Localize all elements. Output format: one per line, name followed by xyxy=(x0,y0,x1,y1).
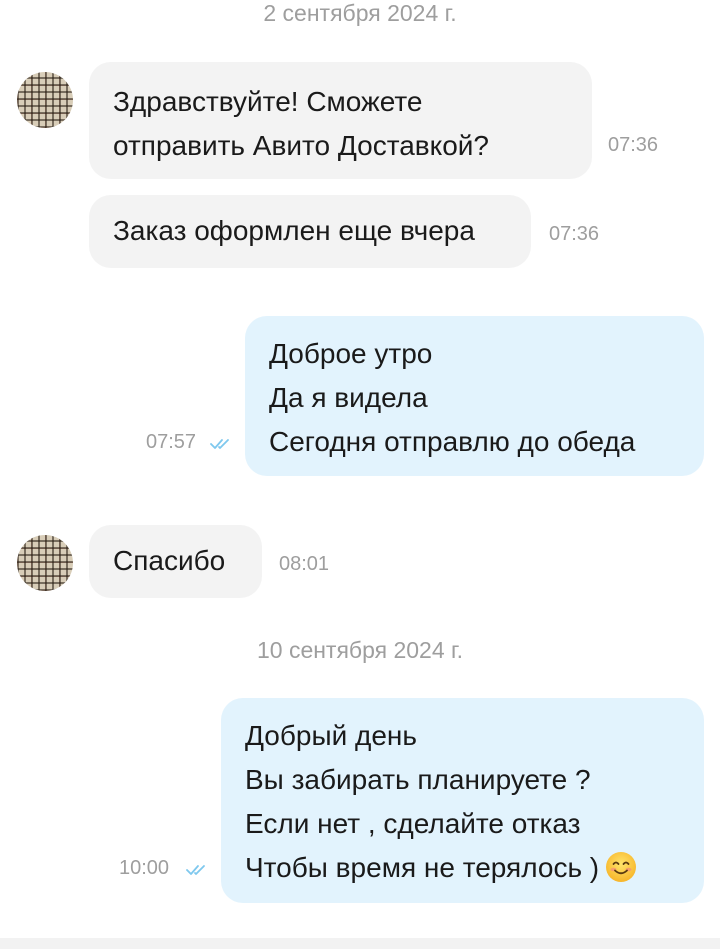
message-bubble-incoming[interactable]: Здравствуйте! Сможете отправить Авито До… xyxy=(89,62,592,179)
message-time: 07:57 xyxy=(146,431,197,453)
smiling-face-emoji xyxy=(606,851,637,882)
message-time: 07:36 xyxy=(608,134,659,156)
message-text: Да я видела xyxy=(269,382,428,413)
avatar[interactable] xyxy=(17,535,73,591)
message-text: Чтобы время не терялось ) xyxy=(245,852,600,883)
date-separator: 2 сентября 2024 г. xyxy=(263,0,457,26)
date-separator: 10 сентября 2024 г. xyxy=(256,637,464,663)
message-text: Сегодня отправлю до обеда xyxy=(269,426,636,457)
double-check-icon xyxy=(186,865,205,875)
message-text: Здравствуйте! Сможете xyxy=(113,86,423,117)
bottom-bar xyxy=(0,938,720,949)
message-bubble-incoming[interactable]: Спасибо xyxy=(89,525,262,598)
message-bubble-outgoing[interactable]: Доброе утро Да я видела Сегодня отправлю… xyxy=(245,316,704,476)
message-text: Вы забирать планируете ? xyxy=(245,764,591,795)
message-text: Доброе утро xyxy=(269,338,433,369)
message-text: Заказ оформлен еще вчера xyxy=(113,215,475,246)
chat-thread: 2 сентября 2024 г. Здравствуйте! Сможете… xyxy=(0,0,720,949)
avatar[interactable] xyxy=(17,72,73,128)
message-bubble-outgoing[interactable]: Добрый день Вы забирать планируете ? Есл… xyxy=(221,698,704,903)
double-check-icon xyxy=(210,439,229,449)
message-bubble-incoming[interactable]: Заказ оформлен еще вчера xyxy=(89,195,531,268)
message-text: Если нет , сделайте отказ xyxy=(245,808,581,839)
message-text: Добрый день xyxy=(245,720,417,751)
message-time: 07:36 xyxy=(549,223,600,245)
message-time: 08:01 xyxy=(279,553,330,575)
message-time: 10:00 xyxy=(119,857,170,879)
message-text: Спасибо xyxy=(113,545,226,576)
message-text: отправить Авито Доставкой? xyxy=(113,130,490,161)
